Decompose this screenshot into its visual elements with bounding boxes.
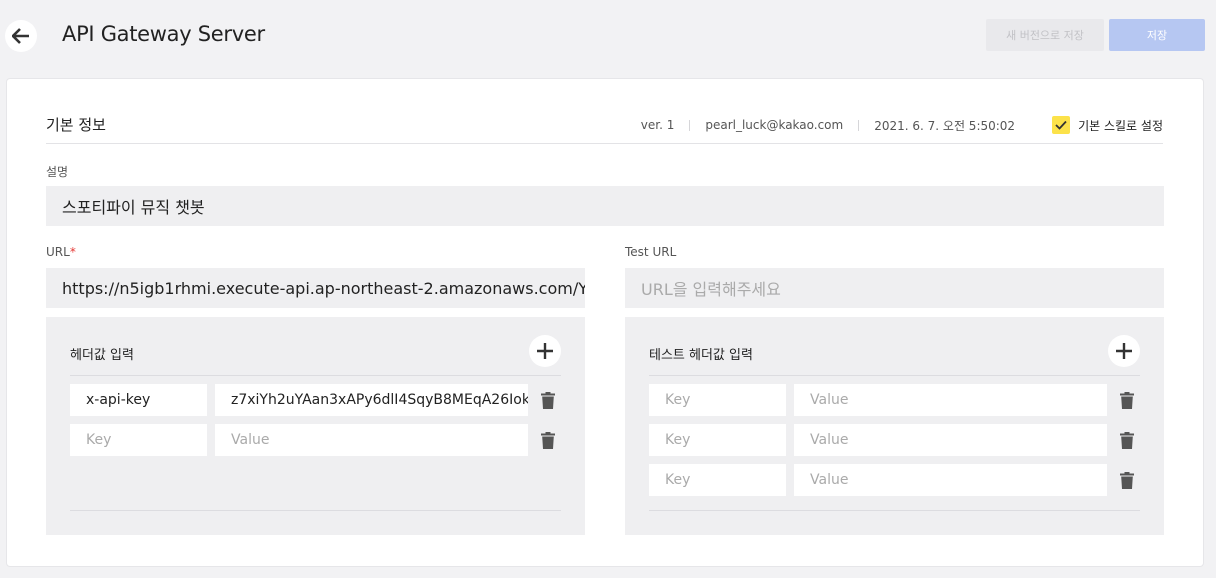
top-bar: API Gateway Server 새 버전으로 저장 저장 <box>0 0 1216 74</box>
test-header-row: Key Value <box>649 464 1134 496</box>
test-header-key-input[interactable]: Key <box>649 424 786 456</box>
headers-title: 헤더값 입력 <box>70 348 134 363</box>
panel-divider <box>70 375 561 376</box>
panel-divider <box>649 375 1140 376</box>
description-input[interactable]: 스포티파이 뮤직 챗봇 <box>46 186 1164 226</box>
test-header-value-input[interactable]: Value <box>794 424 1107 456</box>
header-row: x-api-key z7xiYh2uYAan3xAPy6dlI4SqyB8MEq… <box>70 384 555 416</box>
trash-icon[interactable] <box>1120 471 1134 489</box>
test-headers-title: 테스트 헤더값 입력 <box>649 348 753 363</box>
header-value-input[interactable]: Value <box>215 424 528 456</box>
divider <box>858 119 860 131</box>
url-label-text: URL <box>46 245 70 259</box>
url-label: URL* <box>46 245 76 259</box>
test-header-value-input[interactable]: Value <box>794 384 1107 416</box>
header-key-input[interactable]: x-api-key <box>70 384 207 416</box>
plus-icon <box>537 343 553 359</box>
default-skill-label[interactable]: 기본 스킬로 설정 <box>1078 117 1163 134</box>
test-header-key-input[interactable]: Key <box>649 384 786 416</box>
header-row: Key Value <box>70 424 555 456</box>
test-url-label: Test URL <box>625 245 677 259</box>
divider <box>689 119 691 131</box>
back-button[interactable] <box>5 20 37 52</box>
add-header-button[interactable] <box>529 335 561 367</box>
test-header-row: Key Value <box>649 384 1134 416</box>
check-icon <box>1055 120 1067 130</box>
add-test-header-button[interactable] <box>1108 335 1140 367</box>
required-mark: * <box>69 245 76 259</box>
header-value-input[interactable]: z7xiYh2uYAan3xAPy6dlI4SqyB8MEqA26IokC <box>215 384 528 416</box>
url-input[interactable]: https://n5igb1rhmi.execute-api.ap-northe… <box>46 268 585 308</box>
test-header-key-input[interactable]: Key <box>649 464 786 496</box>
panel-divider <box>70 510 561 511</box>
trash-icon[interactable] <box>1120 391 1134 409</box>
version-text: ver. 1 <box>640 118 675 132</box>
section-title: 기본 정보 <box>46 116 106 134</box>
headers-panel: 헤더값 입력 x-api-key z7xiYh2uYAan3xAPy6dlI4S… <box>46 317 585 535</box>
panel-divider <box>649 510 1140 511</box>
meta-info: ver. 1 pearl_luck@kakao.com 2021. 6. 7. … <box>640 116 1163 134</box>
description-label: 설명 <box>46 165 69 179</box>
trash-icon[interactable] <box>1120 431 1134 449</box>
save-new-version-button[interactable]: 새 버전으로 저장 <box>986 19 1104 51</box>
default-skill-checkbox[interactable] <box>1052 116 1071 134</box>
trash-icon[interactable] <box>541 431 555 449</box>
modified-date: 2021. 6. 7. 오전 5:50:02 <box>874 118 1016 133</box>
skill-form-card: 기본 정보 ver. 1 pearl_luck@kakao.com 2021. … <box>6 78 1204 567</box>
test-header-row: Key Value <box>649 424 1134 456</box>
author-email: pearl_luck@kakao.com <box>705 118 844 132</box>
trash-icon[interactable] <box>541 391 555 409</box>
section-divider <box>46 143 1163 144</box>
test-url-input[interactable]: URL을 입력해주세요 <box>625 268 1164 308</box>
test-headers-panel: 테스트 헤더값 입력 Key Value Key Value Key Value <box>625 317 1164 535</box>
save-button[interactable]: 저장 <box>1109 19 1205 51</box>
header-key-input[interactable]: Key <box>70 424 207 456</box>
plus-icon <box>1116 343 1132 359</box>
page-title: API Gateway Server <box>62 22 265 46</box>
arrow-left-icon <box>12 28 29 44</box>
test-header-value-input[interactable]: Value <box>794 464 1107 496</box>
